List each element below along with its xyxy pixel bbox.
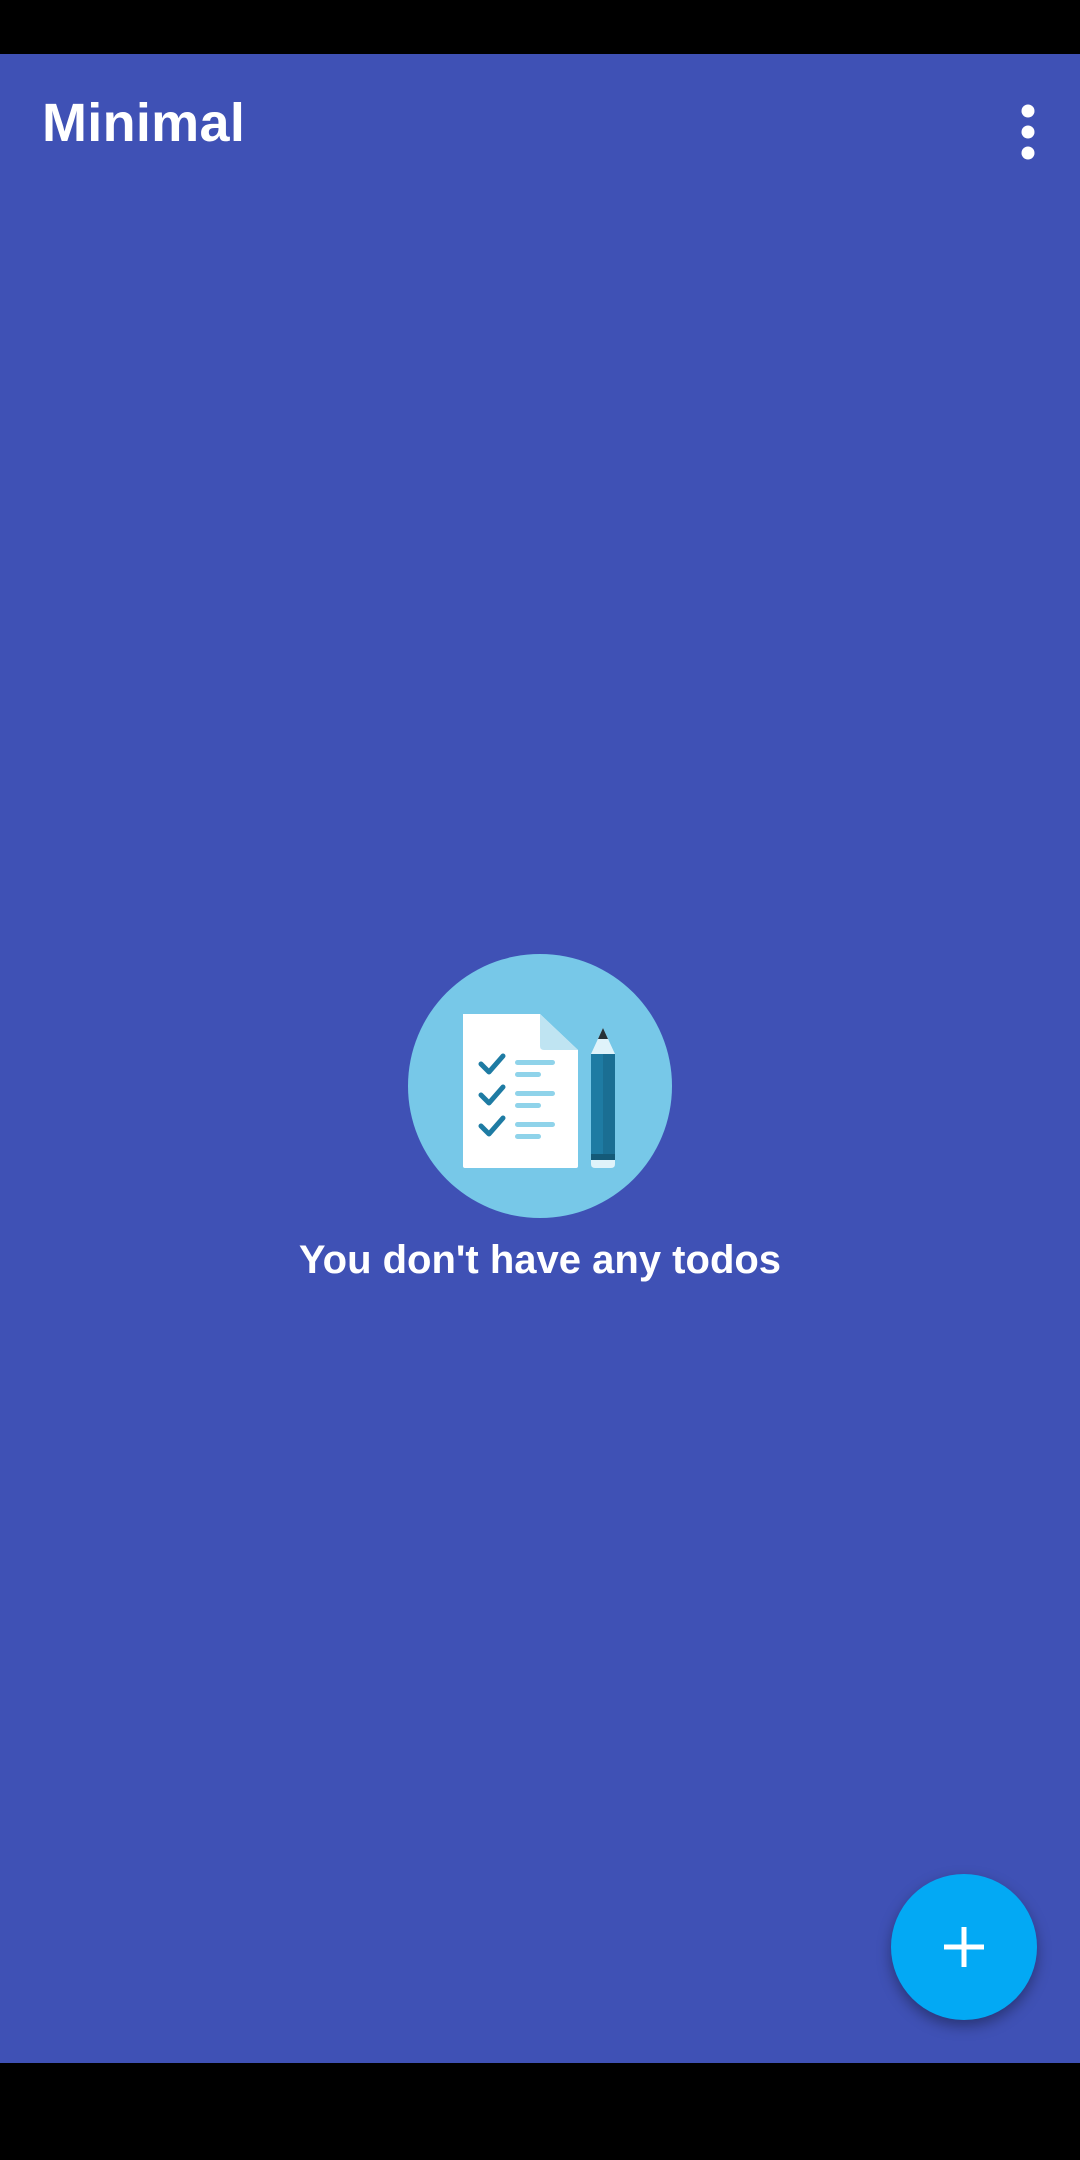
more-vert-icon [1021, 104, 1035, 160]
navigation-bar [0, 2063, 1080, 2160]
checklist-with-pencil-icon [408, 954, 672, 1218]
plus-icon [944, 1927, 984, 1967]
app-toolbar: Minimal [0, 54, 1080, 204]
status-bar [0, 0, 1080, 54]
empty-state-message: You don't have any todos [298, 1238, 782, 1282]
device-screen: Minimal You don't have any todos [0, 0, 1080, 2160]
app-title: Minimal [42, 93, 246, 153]
empty-state: You don't have any todos [0, 954, 1080, 1284]
app-surface: Minimal You don't have any todos [0, 54, 1080, 2063]
add-todo-button[interactable] [891, 1874, 1037, 2020]
overflow-menu-button[interactable] [998, 92, 1058, 172]
